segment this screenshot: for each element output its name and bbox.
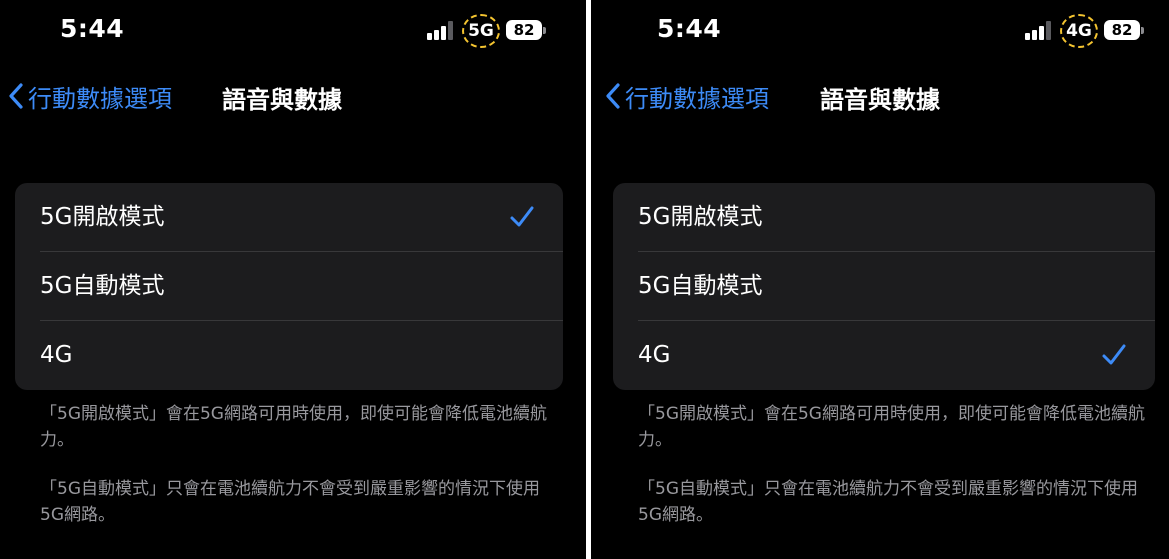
option-5g-auto[interactable]: 5G自動模式 [613, 252, 1155, 321]
back-button-label: 行動數據選項 [28, 84, 172, 113]
option-4g[interactable]: 4G [613, 321, 1155, 390]
status-time: 5:44 [60, 14, 125, 43]
footnote-5g-auto: 「5G自動模式」只會在電池續航力不會受到嚴重影響的情況下使用5G網路。 [40, 479, 540, 525]
option-label: 5G自動模式 [638, 273, 763, 299]
option-label: 5G開啟模式 [638, 204, 763, 230]
battery-cap [1141, 27, 1144, 34]
network-type-indicator: 5G [462, 14, 500, 48]
data-mode-options: 5G開啟模式 5G自動模式 4G [613, 183, 1155, 390]
chevron-left-icon [9, 83, 23, 109]
back-button[interactable]: 行動數據選項 [601, 78, 769, 114]
footnote-5g-on: 「5G開啟模式」會在5G網路可用時使用，即使可能會降低電池續航力。 [40, 404, 547, 450]
option-5g-on[interactable]: 5G開啟模式 [15, 183, 563, 252]
page-title: 語音與數據 [820, 86, 940, 114]
checkmark-icon [510, 206, 534, 227]
footnote-5g-auto: 「5G自動模式」只會在電池續航力不會受到嚴重影響的情況下使用5G網路。 [638, 479, 1138, 525]
settings-screen-5g: 5:44 5G 82 行動數據選項 語音與數據 5G開啟模式 5G自動模式 4G… [0, 0, 586, 559]
footnote-5g-on: 「5G開啟模式」會在5G網路可用時使用，即使可能會降低電池續航力。 [638, 404, 1145, 450]
status-time: 5:44 [657, 14, 722, 43]
option-5g-on[interactable]: 5G開啟模式 [613, 183, 1155, 252]
settings-screen-4g: 5:44 4G 82 行動數據選項 語音與數據 5G開啟模式 5G自動模式 4G… [591, 0, 1169, 559]
battery-icon: 82 [1104, 20, 1140, 40]
chevron-left-icon [606, 83, 620, 109]
cellular-signal-icon [1025, 20, 1055, 40]
option-label: 5G開啟模式 [40, 204, 165, 230]
battery-icon: 82 [506, 20, 542, 40]
data-mode-options: 5G開啟模式 5G自動模式 4G [15, 183, 563, 390]
page-title: 語音與數據 [222, 86, 342, 114]
network-type-indicator: 4G [1060, 14, 1098, 48]
option-label: 5G自動模式 [40, 273, 165, 299]
cellular-signal-icon [427, 20, 457, 40]
option-label: 4G [638, 342, 671, 368]
option-5g-auto[interactable]: 5G自動模式 [15, 252, 563, 321]
checkmark-icon [1102, 344, 1126, 365]
back-button[interactable]: 行動數據選項 [4, 78, 172, 114]
option-4g[interactable]: 4G [15, 321, 563, 390]
back-button-label: 行動數據選項 [625, 84, 769, 113]
battery-cap [543, 27, 546, 34]
option-label: 4G [40, 342, 73, 368]
comparison-screenshot: 5:44 5G 82 行動數據選項 語音與數據 5G開啟模式 5G自動模式 4G… [0, 0, 1169, 559]
